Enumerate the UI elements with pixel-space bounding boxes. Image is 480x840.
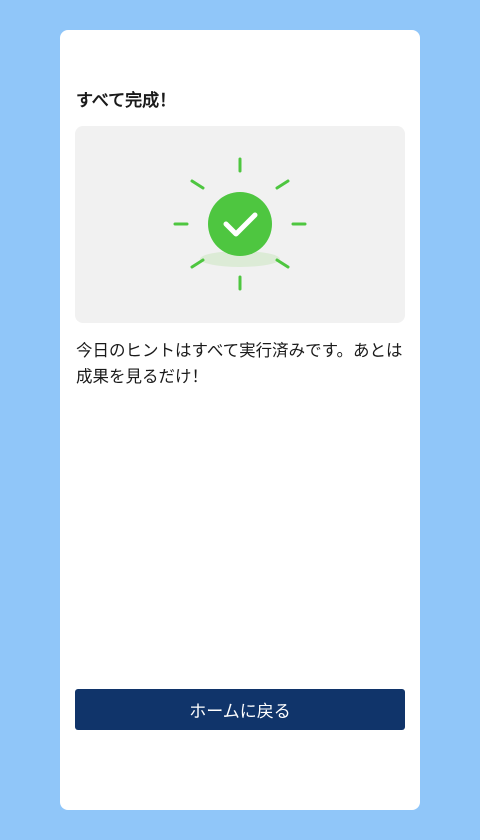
check-badge xyxy=(208,192,272,256)
home-button[interactable]: ホームに戻る xyxy=(75,689,405,730)
completion-title: すべて完成！ xyxy=(76,91,177,111)
completion-message: 今日のヒントはすべて実行済みです。あとは成果を見るだけ！ xyxy=(76,341,403,386)
completion-illustration xyxy=(75,126,405,323)
sun-checkmark-icon xyxy=(173,157,307,291)
completion-card: すべて完成！ 今日のヒントはすべて実行済みです。あとは成果を見るだけ！ ホームに… xyxy=(60,30,420,810)
